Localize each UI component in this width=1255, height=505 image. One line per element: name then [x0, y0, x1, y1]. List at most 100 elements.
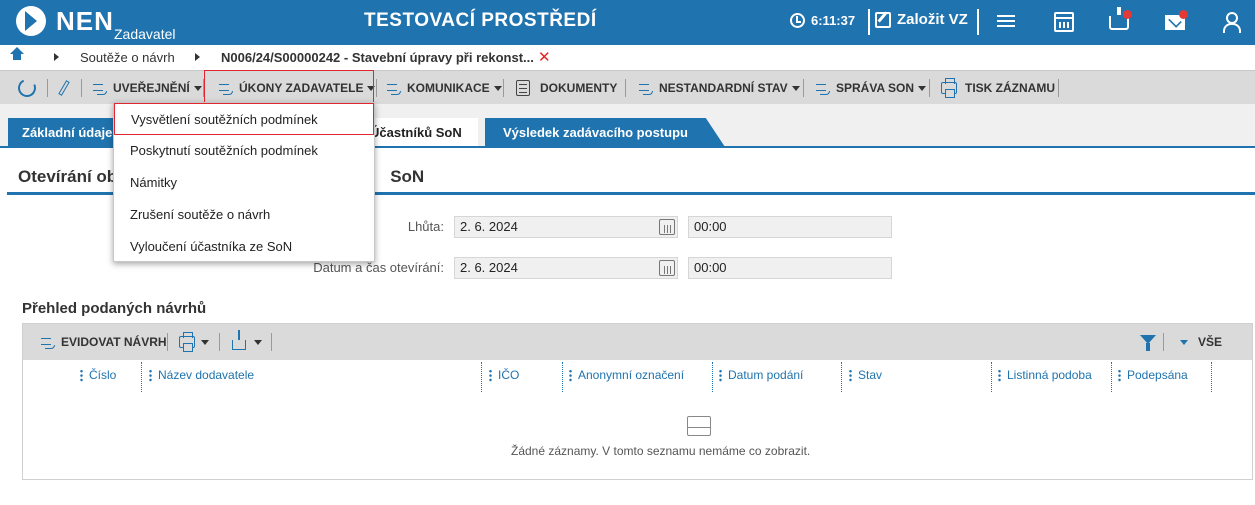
export-menu-button[interactable] [232, 330, 262, 354]
column-header[interactable]: Anonymní označení [569, 368, 684, 382]
toolbar-divider [376, 79, 377, 97]
column-divider [841, 362, 842, 392]
column-header[interactable]: Podepsána [1118, 368, 1188, 382]
grid-toolbar: EVIDOVAT NÁVRH VŠE [23, 324, 1252, 360]
top-bar: NEN Zadavatel TESTOVACÍ PROSTŘEDÍ 6:11:3… [0, 0, 1255, 45]
toolbar-divider [625, 79, 626, 97]
menu-label: SPRÁVA SON [836, 81, 915, 95]
user-icon[interactable] [1221, 12, 1241, 33]
tab-ucastniku-son[interactable]: Účastníků SoN [370, 118, 478, 147]
menu-sprava-son[interactable]: SPRÁVA SON [816, 76, 927, 100]
caret-down-icon [201, 339, 209, 345]
breadcrumb-item[interactable]: Soutěže o návrh [80, 50, 175, 65]
print-icon [179, 332, 195, 352]
action-toolbar: UVEŘEJNĚNÍ ÚKONY ZADAVATELE KOMUNIKACE D… [0, 70, 1255, 104]
workflow-icon [387, 82, 401, 95]
dropdown-item-poskytnuti[interactable]: Poskytnutí soutěžních podmínek [114, 135, 374, 167]
column-label: IČO [498, 368, 520, 382]
column-label: Podepsána [1127, 368, 1188, 382]
ukony-zadavatele-dropdown: Vysvětlení soutěžních podmínek Poskytnut… [113, 102, 375, 262]
submissions-grid: EVIDOVAT NÁVRH VŠE Číslo Název dodavatel… [22, 323, 1253, 480]
opening-time-input[interactable]: 00:00 [688, 257, 892, 279]
show-all-button[interactable]: VŠE [1176, 330, 1222, 354]
caret-down-icon [254, 339, 262, 345]
column-header[interactable]: Číslo [80, 368, 116, 382]
breadcrumb-current: N006/24/S00000242 - Stavební úpravy při … [221, 50, 534, 65]
document-icon [516, 80, 530, 96]
column-header[interactable]: Stav [849, 368, 882, 382]
toolbar-divider [1163, 333, 1164, 351]
workflow-icon [816, 82, 830, 95]
menu-komunikace[interactable]: KOMUNIKACE [387, 76, 502, 100]
caret-down-icon [791, 85, 800, 91]
menu-label: TISK ZÁZNAMU [965, 81, 1055, 95]
logo-text: NEN [56, 6, 114, 36]
home-icon[interactable] [10, 47, 24, 63]
hamburger-menu-icon[interactable] [996, 12, 1016, 32]
column-divider [562, 362, 563, 392]
toolbar-divider [929, 79, 930, 97]
menu-uverejneni[interactable]: UVEŘEJNĚNÍ [93, 76, 202, 100]
column-divider [712, 362, 713, 392]
column-header[interactable]: IČO [489, 368, 519, 382]
upload-icon [232, 330, 246, 350]
logo-subtitle: Zadavatel [114, 26, 176, 42]
section-title-left: Otevírání ob [18, 167, 118, 186]
column-menu-icon [849, 368, 852, 382]
calendar-icon[interactable] [1054, 12, 1074, 32]
opening-date-input[interactable]: 2. 6. 2024 [454, 257, 678, 279]
filter-icon[interactable] [1140, 335, 1156, 351]
toolbar-divider [47, 79, 48, 97]
toolbar-divider [81, 79, 82, 97]
deadline-date-input[interactable]: 2. 6. 2024 [454, 216, 678, 238]
chevron-right-icon [195, 53, 200, 61]
column-label: Listinná podoba [1007, 368, 1092, 382]
menu-dokumenty[interactable]: DOKUMENTY [516, 76, 617, 100]
column-divider [1111, 362, 1112, 392]
tab-zakladni-udaje[interactable]: Základní údaje [8, 118, 116, 147]
deadline-time-input[interactable]: 00:00 [688, 216, 892, 238]
dropdown-item-vysvetleni[interactable]: Vysvětlení soutěžních podmínek [114, 103, 374, 135]
create-vz-label: Založit VZ [897, 11, 968, 28]
menu-label: DOKUMENTY [540, 81, 618, 95]
show-all-label: VŠE [1198, 335, 1223, 349]
calendar-picker-icon[interactable] [659, 260, 675, 276]
column-header[interactable]: Listinná podoba [998, 368, 1092, 382]
dropdown-item-namitky[interactable]: Námitky [114, 167, 374, 199]
column-menu-icon [1118, 368, 1121, 382]
column-menu-icon [719, 368, 722, 382]
workflow-icon [639, 82, 653, 95]
empty-state-text: Žádné záznamy. V tomto seznamu nemáme co… [511, 444, 811, 458]
register-proposal-button[interactable]: EVIDOVAT NÁVRH [41, 330, 167, 354]
column-label: Název dodavatele [158, 368, 255, 382]
print-icon [941, 78, 957, 98]
column-header[interactable]: Datum podání [719, 368, 803, 382]
toolbar-divider [271, 333, 272, 351]
column-divider [141, 362, 142, 392]
workflow-icon [93, 82, 107, 95]
calendar-picker-icon[interactable] [659, 219, 675, 235]
print-menu-button[interactable] [179, 330, 209, 354]
close-icon[interactable]: ✕ [538, 48, 551, 66]
menu-label: NESTANDARDNÍ STAV [659, 81, 788, 95]
caret-down-icon [193, 85, 202, 91]
tab-vysledek[interactable]: Výsledek zadávacího postupu [485, 118, 725, 147]
menu-nestandardni-stav[interactable]: NESTANDARDNÍ STAV [639, 76, 800, 100]
create-vz-button[interactable]: Založit VZ [875, 11, 968, 28]
nen-logo-icon [16, 6, 46, 36]
menu-label: UVEŘEJNĚNÍ [113, 81, 190, 95]
column-divider [1211, 362, 1212, 392]
menu-highlight [204, 70, 374, 104]
environment-title: TESTOVACÍ PROSTŘEDÍ [364, 10, 597, 31]
section-title-right: SoN [390, 167, 425, 186]
column-menu-icon [998, 368, 1001, 382]
column-header[interactable]: Název dodavatele [149, 368, 254, 382]
dropdown-item-zruseni[interactable]: Zrušení soutěže o návrh [114, 199, 374, 231]
menu-tisk-zaznamu[interactable]: TISK ZÁZNAMU [941, 76, 1055, 100]
header-divider [977, 9, 979, 35]
empty-tray-icon [687, 416, 711, 436]
toolbar-divider [219, 333, 220, 351]
dropdown-item-vylouceni[interactable]: Vyloučení účastníka ze SoN [114, 231, 374, 263]
column-menu-icon [80, 368, 83, 382]
column-label: Datum podání [728, 368, 804, 382]
